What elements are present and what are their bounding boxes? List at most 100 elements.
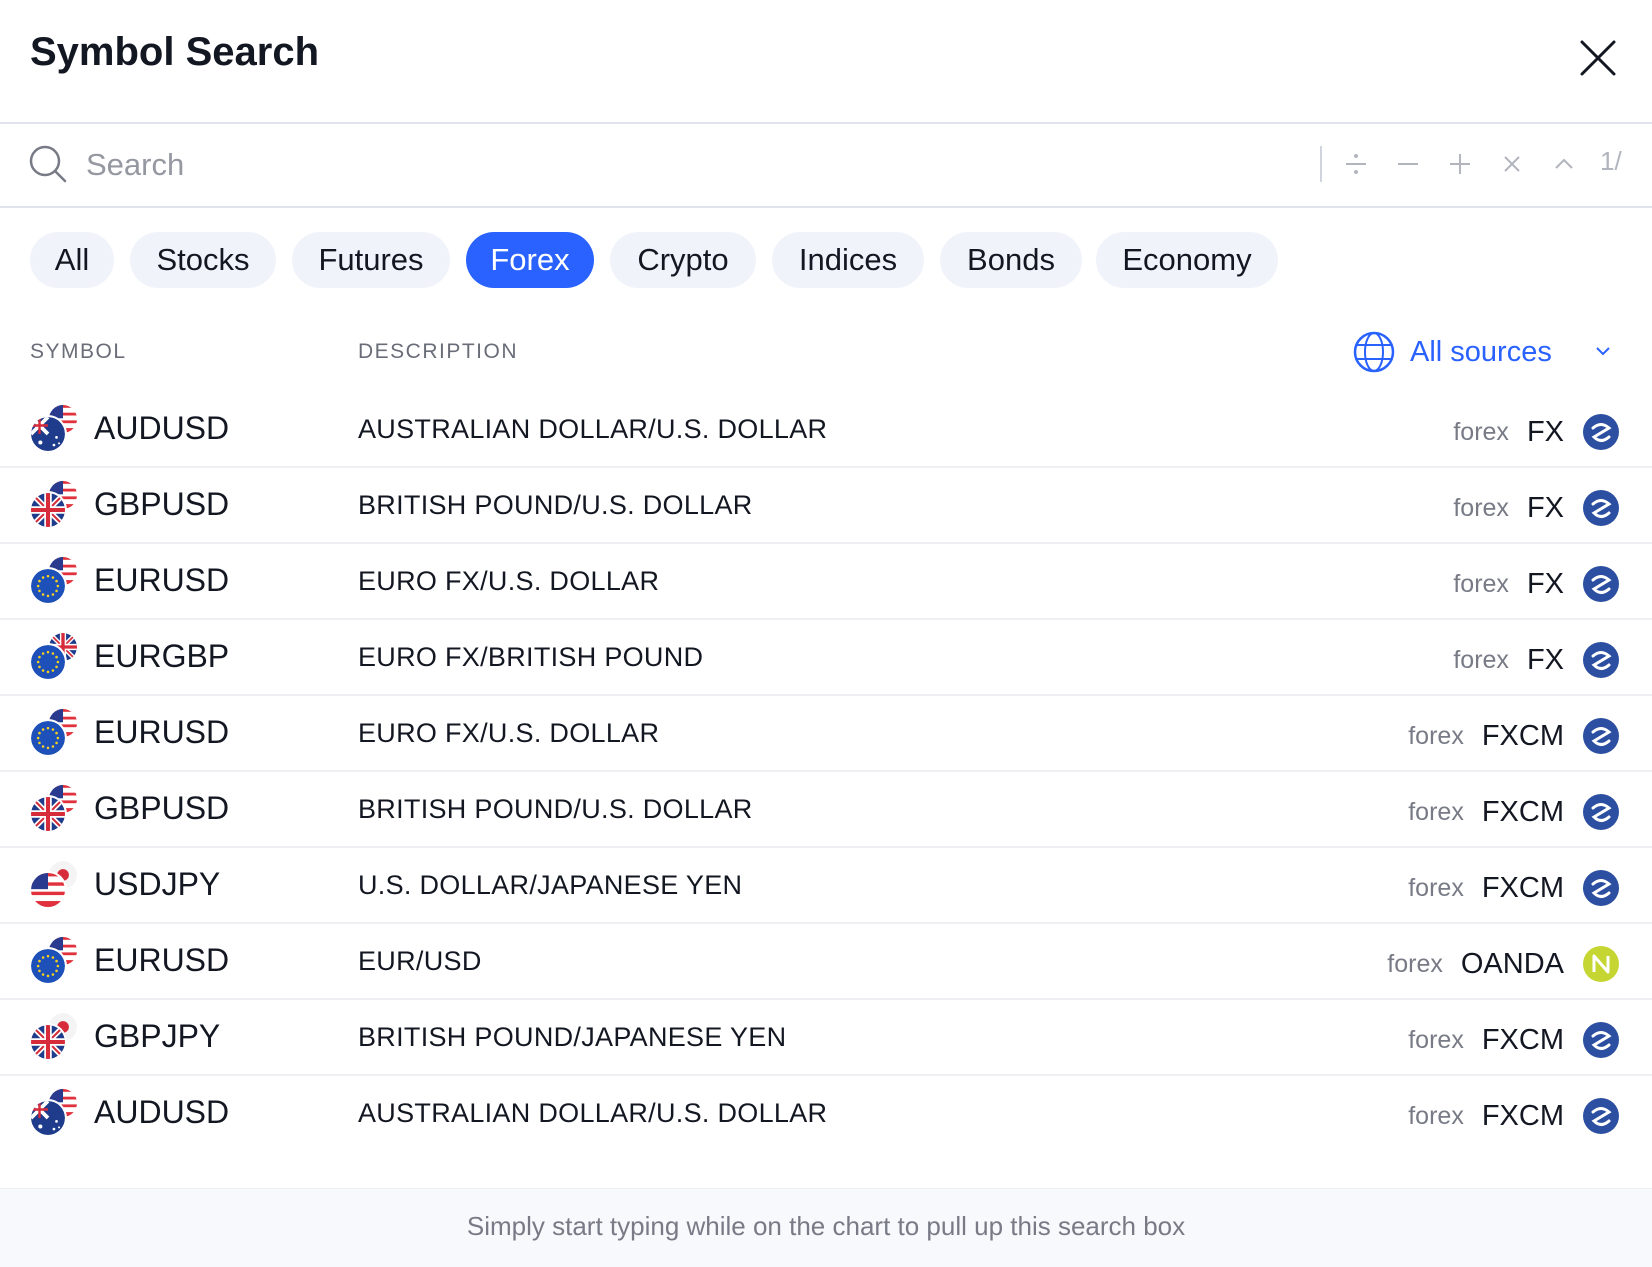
symbol-ticker: AUDUSD — [94, 410, 230, 446]
symbol-row[interactable]: EURUSD EURO FX/U.S. DOLLAR forex FXCM — [0, 696, 1652, 772]
currency-pair-flags — [30, 481, 77, 529]
symbol-column-header: SYMBOL — [30, 340, 127, 363]
symbol-source: forex OANDA — [1387, 942, 1620, 986]
eur-flag-icon — [31, 569, 65, 603]
symbol-row[interactable]: EURUSD EUR/USD forex OANDA — [0, 924, 1652, 1000]
caret-up-icon — [1555, 158, 1573, 169]
exchange-name: FXCM — [1481, 1023, 1564, 1056]
tab-futures[interactable]: Futures — [292, 232, 450, 288]
symbol-row[interactable]: AUDUSD AUSTRALIAN DOLLAR/U.S. DOLLAR forex… — [0, 392, 1652, 468]
fxcm-icon — [1583, 1022, 1619, 1058]
fxcm-icon — [1583, 794, 1619, 830]
symbol-description: EURO FX/BRITISH POUND — [358, 642, 704, 672]
fxcm-icon — [1583, 718, 1619, 754]
multiply-icon — [1504, 156, 1520, 172]
symbol-type: forex — [1453, 417, 1509, 446]
aud-flag-icon — [31, 417, 65, 451]
search-icon — [29, 145, 67, 183]
symbol-description: BRITISH POUND/U.S. DOLLAR — [358, 794, 753, 824]
all-sources-dropdown[interactable]: All sources — [1352, 330, 1614, 374]
symbol-ticker: GBPUSD — [94, 486, 230, 522]
symbol-ticker: EURGBP — [94, 638, 230, 674]
symbol-source: forex FX — [1453, 410, 1620, 454]
currency-pair-flags — [30, 1089, 77, 1137]
symbol-type: forex — [1387, 949, 1443, 978]
symbol-description: EURO FX/U.S. DOLLAR — [358, 718, 660, 748]
tab-crypto[interactable]: Crypto — [610, 232, 756, 288]
symbol-type: forex — [1408, 721, 1464, 750]
symbol-description: AUSTRALIAN DOLLAR/U.S. DOLLAR — [358, 1098, 828, 1128]
footer-hint: Simply start typing while on the chart t… — [466, 1211, 1186, 1241]
chevron-down-icon — [1596, 347, 1610, 356]
currency-pair-flags — [30, 1013, 77, 1061]
fxcm-icon — [1583, 490, 1619, 526]
search-bar: 1/ — [0, 124, 1652, 208]
symbol-source: forex FX — [1453, 486, 1620, 530]
currency-pair-flags — [30, 785, 77, 833]
exchange-name: OANDA — [1460, 947, 1564, 980]
fxcm-icon — [1583, 642, 1619, 678]
counter-text: 1/ — [1600, 146, 1622, 176]
tab-bonds[interactable]: Bonds — [940, 232, 1082, 288]
symbol-row[interactable]: USDJPY U.S. DOLLAR/JAPANESE YEN forex FXCM — [0, 848, 1652, 924]
symbol-row[interactable]: EURUSD EURO FX/U.S. DOLLAR forex FX — [0, 544, 1652, 620]
aud-flag-icon — [31, 1101, 65, 1135]
dialog-title: Symbol Search — [30, 30, 320, 74]
fxcm-icon — [1583, 566, 1619, 602]
symbol-row[interactable]: EURGBP EURO FX/BRITISH POUND forex FX — [0, 620, 1652, 696]
symbol-source: forex FX — [1453, 562, 1620, 606]
gbp-flag-icon — [31, 493, 65, 527]
eur-flag-icon — [31, 645, 65, 679]
currency-pair-flags — [30, 937, 77, 985]
close-button[interactable] — [1576, 36, 1620, 80]
multiply-button[interactable] — [1492, 144, 1532, 184]
search-input[interactable] — [84, 138, 1288, 192]
eur-flag-icon — [31, 949, 65, 983]
symbol-ticker: EURUSD — [94, 714, 230, 750]
divide-icon — [1346, 154, 1366, 174]
symbol-ticker: GBPJPY — [94, 1018, 221, 1054]
tab-forex[interactable]: Forex — [466, 232, 594, 288]
plus-icon — [1450, 154, 1470, 174]
exchange-name: FXCM — [1481, 871, 1564, 904]
currency-pair-flags — [30, 861, 77, 909]
symbol-ticker: AUDUSD — [94, 1094, 230, 1130]
all-sources-label: All sources — [1410, 336, 1552, 368]
footer: Simply start typing while on the chart t… — [0, 1188, 1652, 1267]
symbol-row[interactable]: GBPUSD BRITISH POUND/U.S. DOLLAR forex FX — [0, 468, 1652, 544]
exchange-name: FXCM — [1481, 719, 1564, 752]
symbol-ticker: EURUSD — [94, 942, 230, 978]
search-divider — [1320, 146, 1322, 182]
oanda-icon — [1583, 946, 1619, 982]
power-button[interactable] — [1544, 144, 1584, 184]
symbol-source: forex FXCM — [1408, 866, 1620, 910]
exchange-name: FX — [1526, 643, 1564, 676]
fxcm-icon — [1583, 870, 1619, 906]
symbol-source: forex FX — [1453, 638, 1620, 682]
symbol-description: EURO FX/U.S. DOLLAR — [358, 566, 660, 596]
minus-icon — [1398, 163, 1418, 165]
tab-economy[interactable]: Economy — [1096, 232, 1278, 288]
exchange-name: FX — [1526, 491, 1564, 524]
exchange-name: FXCM — [1481, 1099, 1564, 1132]
symbol-type: forex — [1453, 569, 1509, 598]
symbol-row[interactable]: GBPJPY BRITISH POUND/JAPANESE YEN forex FXC… — [0, 1000, 1652, 1076]
gbp-flag-icon — [31, 1025, 65, 1059]
symbol-description: EUR/USD — [358, 946, 482, 976]
symbol-type: forex — [1453, 493, 1509, 522]
symbol-row[interactable]: GBPUSD BRITISH POUND/U.S. DOLLAR forex FXCM — [0, 772, 1652, 848]
symbol-type: forex — [1408, 1101, 1464, 1130]
fxcm-icon — [1583, 414, 1619, 450]
dialog-header: Symbol Search — [0, 0, 1652, 124]
divide-button[interactable] — [1336, 144, 1376, 184]
subtract-button[interactable] — [1388, 144, 1428, 184]
currency-pair-flags — [30, 405, 77, 453]
tab-stocks[interactable]: Stocks — [130, 232, 276, 288]
symbol-ticker: EURUSD — [94, 562, 230, 598]
add-button[interactable] — [1440, 144, 1480, 184]
symbol-description: AUSTRALIAN DOLLAR/U.S. DOLLAR — [358, 414, 828, 444]
tab-indices[interactable]: Indices — [772, 232, 924, 288]
symbol-source: forex FXCM — [1408, 714, 1620, 758]
tab-all[interactable]: All — [30, 232, 114, 288]
symbol-row[interactable]: AUDUSD AUSTRALIAN DOLLAR/U.S. DOLLAR forex… — [0, 1076, 1652, 1152]
